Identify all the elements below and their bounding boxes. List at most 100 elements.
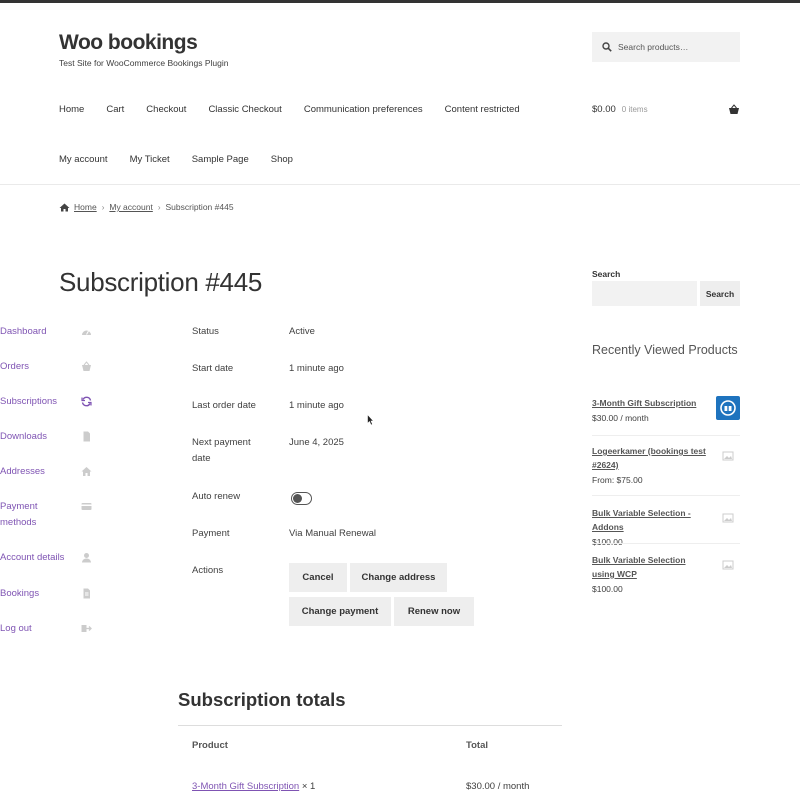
product-price: $100.00: [592, 537, 623, 547]
mouse-cursor-icon: [367, 414, 374, 426]
nav-sample-page[interactable]: Sample Page: [192, 154, 249, 165]
product-price: From: $75.00: [592, 475, 643, 485]
payment-value: Via Manual Renewal: [289, 528, 376, 539]
auto-renew-label: Auto renew: [192, 491, 241, 502]
file-icon: [81, 431, 92, 442]
toggle-knob: [293, 494, 302, 503]
image-placeholder-icon[interactable]: [722, 450, 734, 462]
change-address-button[interactable]: Change address: [350, 563, 447, 592]
breadcrumb-separator: ›: [157, 202, 161, 212]
product-link[interactable]: 3-Month Gift Subscription: [592, 396, 710, 410]
list-item: Bulk Variable Selection using WCP $100.0…: [592, 553, 740, 596]
basket-icon: [729, 104, 739, 114]
breadcrumb-my-account[interactable]: My account: [109, 202, 152, 212]
account-nav-label: Log out: [0, 623, 32, 634]
sidebar-search-input[interactable]: [592, 281, 697, 306]
nav-content-restricted[interactable]: Content restricted: [445, 104, 520, 115]
home-icon: [59, 203, 70, 211]
image-placeholder-icon[interactable]: [722, 559, 734, 571]
status-label: Status: [192, 326, 219, 337]
product-quantity: × 1: [299, 781, 316, 792]
search-placeholder: Search products…: [618, 42, 689, 52]
product-link[interactable]: 3-Month Gift Subscription: [192, 781, 299, 792]
header-cart[interactable]: $0.00 0 items: [592, 104, 740, 115]
site-tagline: Test Site for WooCommerce Bookings Plugi…: [59, 58, 229, 68]
dashboard-icon: [81, 326, 92, 337]
credit-card-icon: [81, 501, 92, 512]
account-nav-label: Orders: [0, 361, 30, 372]
file-icon: [81, 588, 92, 599]
account-nav-payment-methods[interactable]: Payment methods: [0, 499, 92, 531]
header-divider: [0, 184, 800, 185]
primary-nav-row-2: My account My Ticket Sample Page Shop: [59, 154, 315, 165]
renew-now-button[interactable]: Renew now: [394, 597, 474, 626]
user-icon: [81, 552, 92, 563]
start-date-label: Start date: [192, 363, 234, 374]
image-placeholder-icon[interactable]: [722, 512, 734, 524]
nav-my-ticket[interactable]: My Ticket: [130, 154, 170, 165]
site-title[interactable]: Woo bookings: [59, 31, 198, 55]
search-icon: [602, 42, 612, 52]
list-item: Logeerkamer (bookings test #2624) From: …: [592, 444, 740, 487]
account-nav-label: Bookings: [0, 588, 40, 599]
sidebar-search-label: Search: [592, 269, 621, 279]
payment-label: Payment: [192, 528, 230, 539]
start-date-value: 1 minute ago: [289, 363, 344, 374]
gift-product-thumbnail[interactable]: [716, 396, 740, 420]
product-link[interactable]: Bulk Variable Selection using WCP: [592, 553, 710, 581]
nav-my-account[interactable]: My account: [59, 154, 108, 165]
account-nav-account-details[interactable]: Account details: [0, 550, 92, 566]
change-payment-button[interactable]: Change payment: [289, 597, 391, 626]
nav-shop[interactable]: Shop: [271, 154, 293, 165]
nav-classic-checkout[interactable]: Classic Checkout: [208, 104, 281, 115]
list-item: 3-Month Gift Subscription $30.00 / month: [592, 396, 740, 425]
cart-count: 0 items: [621, 105, 648, 114]
sign-out-icon: [81, 623, 92, 634]
breadcrumb-current: Subscription #445: [165, 202, 234, 212]
next-payment-date-value: June 4, 2025: [289, 437, 344, 448]
product-link[interactable]: Bulk Variable Selection - Addons: [592, 506, 720, 534]
refresh-icon: [81, 396, 92, 407]
nav-checkout[interactable]: Checkout: [146, 104, 186, 115]
nav-home[interactable]: Home: [59, 104, 84, 115]
account-nav-label: Addresses: [0, 466, 45, 477]
account-nav-label: Payment methods: [0, 501, 38, 528]
list-divider: [592, 543, 740, 544]
last-order-date-value: 1 minute ago: [289, 400, 344, 411]
account-nav-dashboard[interactable]: Dashboard: [0, 324, 92, 340]
primary-nav-row-1: Home Cart Checkout Classic Checkout Comm…: [59, 104, 542, 115]
row-total: $30.00 / month: [466, 781, 530, 792]
page-title: Subscription #445: [59, 267, 263, 297]
account-nav-log-out[interactable]: Log out: [0, 621, 92, 637]
basket-icon: [81, 361, 92, 372]
product-link[interactable]: Logeerkamer (bookings test #2624): [592, 444, 710, 472]
nav-cart[interactable]: Cart: [106, 104, 124, 115]
account-nav-addresses[interactable]: Addresses: [0, 464, 92, 480]
totals-divider: [178, 725, 562, 726]
nav-communication-preferences[interactable]: Communication preferences: [304, 104, 423, 115]
header-search-input[interactable]: Search products…: [592, 32, 740, 62]
next-payment-date-label: Next payment date: [192, 437, 251, 464]
breadcrumb-home[interactable]: Home: [74, 202, 97, 212]
list-divider: [592, 435, 740, 436]
totals-col-total: Total: [466, 740, 488, 751]
account-nav-subscriptions[interactable]: Subscriptions: [0, 394, 92, 410]
account-nav-label: Account details: [0, 552, 65, 563]
list-divider: [592, 495, 740, 496]
cart-amount: $0.00: [592, 104, 616, 115]
table-row: 3-Month Gift Subscription × 1: [192, 781, 315, 792]
account-nav-label: Dashboard: [0, 326, 47, 337]
house-icon: [81, 466, 92, 477]
account-nav-bookings[interactable]: Bookings: [0, 586, 92, 602]
actions-label: Actions: [192, 565, 224, 576]
totals-col-product: Product: [192, 740, 228, 751]
sidebar-search-button[interactable]: Search: [700, 281, 740, 306]
account-nav-downloads[interactable]: Downloads: [0, 429, 92, 445]
cancel-button[interactable]: Cancel: [289, 563, 347, 592]
auto-renew-toggle[interactable]: [291, 492, 312, 505]
last-order-date-label: Last order date: [192, 400, 256, 411]
account-nav-orders[interactable]: Orders: [0, 359, 92, 375]
account-nav-label: Downloads: [0, 431, 47, 442]
subscription-totals-title: Subscription totals: [178, 689, 346, 710]
breadcrumb: Home › My account › Subscription #445: [59, 202, 234, 212]
